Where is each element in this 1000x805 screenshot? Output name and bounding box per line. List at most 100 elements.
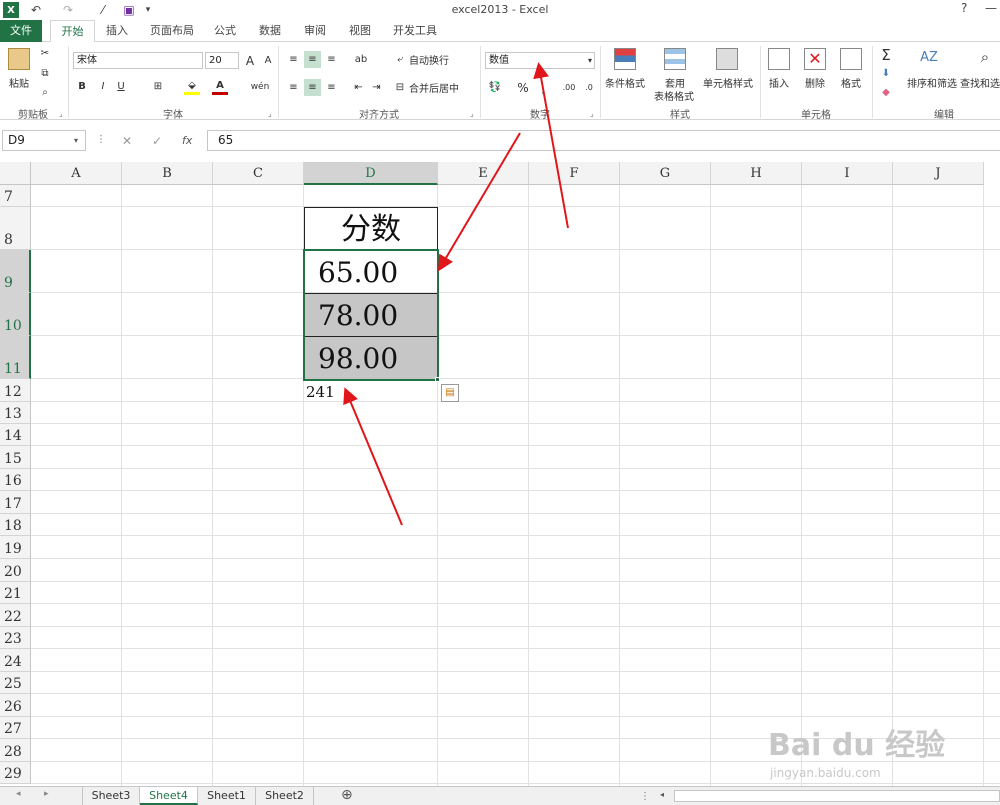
grow-font-button[interactable]: A [243,52,257,69]
accounting-format-icon[interactable]: 💱 [486,79,504,96]
bold-button[interactable]: B [75,78,89,95]
help-button[interactable]: ? [961,1,967,15]
align-left-icon[interactable]: ≡ [285,79,302,96]
cell-D9[interactable]: 65.00 [318,252,438,293]
fill-color-icon[interactable]: ⬙ [184,78,200,95]
copy-icon[interactable]: ⧉ [38,66,52,80]
decrease-decimal-icon[interactable]: .0 [580,79,598,96]
column-header-j[interactable]: J [893,162,984,185]
conditional-format-icon[interactable] [614,48,636,70]
autosum-icon[interactable]: Σ [878,46,894,64]
paste-button[interactable]: 粘贴 [2,75,36,90]
underline-button[interactable]: U [114,78,128,95]
conditional-format-button[interactable]: 条件格式 [602,75,648,90]
row-header-29[interactable]: 29 [0,762,31,784]
row-header-19[interactable]: 19 [0,536,31,559]
row-header-7[interactable]: 7 [0,185,31,207]
tab-file[interactable]: 文件 [0,20,42,42]
column-header-g[interactable]: G [620,162,711,185]
column-header-h[interactable]: H [711,162,802,185]
row-header-24[interactable]: 24 [0,649,31,672]
column-header-c[interactable]: C [213,162,304,185]
fill-icon[interactable]: ⬇ [878,66,894,81]
align-right-icon[interactable]: ≡ [323,79,340,96]
row-header-17[interactable]: 17 [0,491,31,514]
cell-D11[interactable]: 98.00 [318,338,438,379]
tab-home[interactable]: 开始 [50,20,95,43]
cell-styles-icon[interactable] [716,48,738,70]
format-cells-button[interactable]: 格式 [836,75,866,90]
row-header-18[interactable]: 18 [0,514,31,536]
enter-entry-icon[interactable]: ✓ [152,134,162,148]
tab-data[interactable]: 数据 [250,20,290,42]
font-color-icon[interactable]: A [212,78,228,95]
formula-bar-options-icon[interactable]: ⋮ [96,134,106,145]
font-size-select[interactable]: 20 [205,52,239,69]
font-name-select[interactable]: 宋体 [73,52,203,69]
find-select-icon[interactable]: ⌕ [974,46,996,68]
decrease-indent-icon[interactable]: ⇤ [350,79,367,96]
row-header-20[interactable]: 20 [0,559,31,582]
worksheet-grid[interactable]: ABCDEFGHIJ 7 8 9 10 11 12 13 14 15 16 17 18 19 20 21 22… [0,162,1000,786]
orientation-icon[interactable]: ab [350,51,372,68]
wrap-text-icon[interactable]: ⤶ [393,51,407,68]
increase-decimal-button[interactable]: .00 [560,79,578,96]
tab-view[interactable]: 视图 [340,20,380,42]
row-header-23[interactable]: 23 [0,627,31,649]
number-launcher-icon[interactable]: ⌟ [590,109,594,118]
alignment-launcher-icon[interactable]: ⌟ [470,109,474,118]
wrap-text-button[interactable]: 自动换行 [409,51,457,68]
clear-icon[interactable]: ◆ [878,85,894,100]
tab-review[interactable]: 审阅 [295,20,335,42]
insert-function-button[interactable]: fx [182,134,192,147]
tab-split-handle[interactable]: ⋮ [640,791,650,802]
sheet-tab-sheet3[interactable]: Sheet3 [82,787,140,805]
shrink-font-button[interactable]: A [261,52,275,69]
cell-styles-button[interactable]: 单元格样式 [700,75,756,90]
sort-filter-icon[interactable]: AZ [918,46,940,68]
align-center-icon[interactable]: ≡ [304,79,321,96]
row-header-16[interactable]: 16 [0,469,31,491]
sheet-tab-sheet2[interactable]: Sheet2 [256,787,314,805]
cell-D8[interactable]: 分数 [304,207,438,250]
cell-D12[interactable]: 241 [306,381,406,403]
clipboard-launcher-icon[interactable]: ⌟ [59,109,63,118]
sheet-tab-sheet4[interactable]: Sheet4 [140,787,198,805]
delete-cells-icon[interactable]: ✕ [804,48,826,70]
comma-style-button[interactable]: , [536,79,550,96]
align-bottom-icon[interactable]: ≡ [323,51,340,68]
format-table-icon[interactable] [664,48,686,70]
name-box-dropdown-icon[interactable]: ▾ [74,136,78,145]
row-header-21[interactable]: 21 [0,582,31,604]
tab-formulas[interactable]: 公式 [205,20,245,42]
row-header-13[interactable]: 13 [0,402,31,424]
cancel-entry-icon[interactable]: ✕ [122,134,132,148]
cut-icon[interactable]: ✂ [38,46,52,60]
sheet-tab-sheet1[interactable]: Sheet1 [198,787,256,805]
row-header-12[interactable]: 12 [0,379,31,402]
add-sheet-button[interactable]: ⊕ [341,787,353,803]
cell-D10[interactable]: 78.00 [318,295,438,336]
number-format-select[interactable]: 数值 [485,52,595,69]
format-table-button-line2[interactable]: 表格格式 [646,88,702,103]
row-header-9[interactable]: 9 [0,250,31,293]
column-header-f[interactable]: F [529,162,620,185]
column-header-e[interactable]: E [438,162,529,185]
row-header-14[interactable]: 14 [0,424,31,446]
italic-button[interactable]: I [96,78,110,95]
find-select-button[interactable]: 查找和选 [960,75,1000,90]
hscroll-left-icon[interactable]: ◂ [660,790,670,802]
row-header-8[interactable]: 8 [0,207,31,250]
tab-developer[interactable]: 开发工具 [385,20,445,42]
insert-cells-button[interactable]: 插入 [764,75,794,90]
align-top-icon[interactable]: ≡ [285,51,302,68]
merge-center-button[interactable]: 合并后居中 [409,79,467,96]
row-header-27[interactable]: 27 [0,717,31,739]
minimize-button[interactable]: — [985,1,997,15]
row-header-22[interactable]: 22 [0,604,31,627]
sort-filter-button[interactable]: 排序和筛选 [904,75,960,90]
scroll-left-icon[interactable]: ◂ [16,789,21,799]
row-header-11[interactable]: 11 [0,336,31,379]
format-cells-icon[interactable] [840,48,862,70]
row-header-25[interactable]: 25 [0,672,31,694]
